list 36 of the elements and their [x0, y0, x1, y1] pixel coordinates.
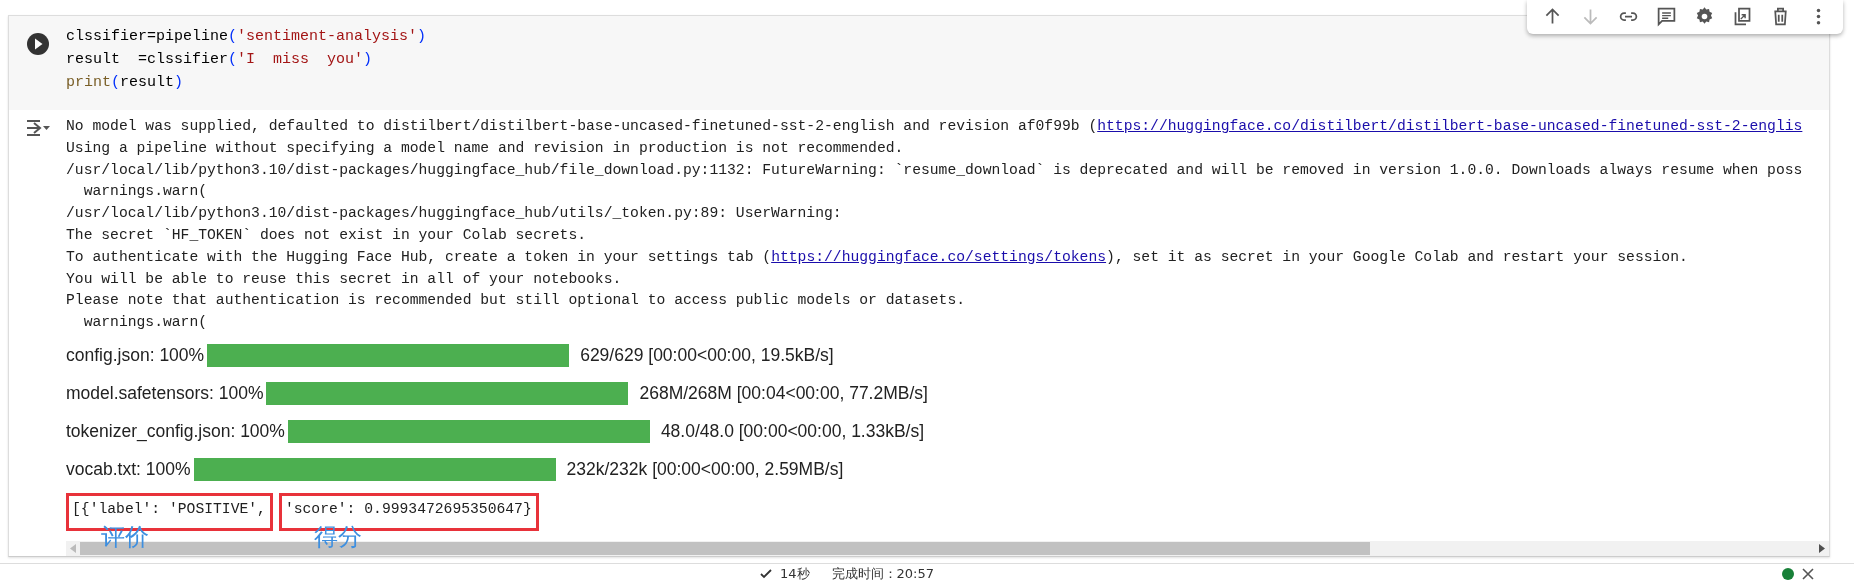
url-link[interactable]: https://huggingface.co/distilbert/distilbert-base-uncased-finetuned-sst-2-englis — [1097, 118, 1803, 134]
code-line: result =clssifier('I miss you') — [66, 50, 374, 70]
output-line: /usr/local/lib/python3.10/dist-packages/huggingface_hub/file_download.py:1132: FutureWarning: `resume_download` is deprecated and will be removed in version 1.0.0. Downloads always resume when poss — [66, 160, 1804, 180]
output-line: warnings.warn( — [82, 182, 209, 202]
output-line: No model was supplied, defaulted to distilbert/distilbert-base-uncased-finetuned-sst-2-english and revision af0f99b (https://huggingface.co/distilbert/distilbert-base-uncased-finetuned-sst-2-englis — [66, 117, 1804, 136]
scroll-right-icon[interactable] — [1819, 543, 1825, 553]
progress-stats: 268M/268M [00:04<00:00, 77.2MB/s] — [639, 383, 928, 405]
progress-stats: 48.0/48.0 [00:00<00:00, 1.33kB/s] — [660, 421, 925, 443]
progress-stats: 629/629 [00:00<00:00, 19.5kB/s] — [580, 345, 834, 367]
progress-label: config.json: 100% — [66, 345, 205, 367]
annotation-label: 得分 — [313, 522, 362, 551]
output-line: The secret `HF_TOKEN` does not exist in your Colab secrets. — [66, 226, 588, 245]
code-line: clssifier=pipeline('sentiment-analysis') — [66, 27, 427, 47]
output-line: /usr/local/lib/python3.10/dist-packages/huggingface_hub/utils/_token.py:89: UserWarning: — [66, 204, 843, 224]
result-text: [{'label': 'POSITIVE', — [72, 500, 266, 517]
url-link[interactable]: https://huggingface.co/settings/tokens — [771, 248, 1107, 265]
output-line: You will be able to reuse this secret in all of your notebooks. — [66, 269, 623, 289]
progress-label: vocab.txt: 100% — [66, 459, 191, 481]
run-button[interactable] — [25, 32, 50, 56]
progress-stats: 232k/232k [00:00<00:00, 2.59MB/s] — [566, 459, 844, 481]
status-dot — [1782, 568, 1794, 581]
annotation-label: 评价 — [101, 522, 149, 551]
output-toggle-icon[interactable] — [24, 118, 51, 138]
close-icon[interactable] — [1802, 568, 1814, 581]
progress-label: tokenizer_config.json: 100% — [66, 421, 285, 443]
output-line: To authenticate with the Hugging Face Hub, create a token in your settings tab (https://huggingface.co/settings/tokens), set it as secret in your Google Colab and restart your session. — [66, 247, 1689, 267]
output-line: Please note that authentication is recommended but still optional to access public models or datasets. — [66, 291, 967, 311]
progress-label: model.safetensors: 100% — [66, 383, 264, 405]
finish-time: 完成时间：20:57 — [831, 565, 934, 584]
result-text: 'score': 0.9993472695350647} — [284, 500, 532, 517]
run-duration: 14秒 — [780, 565, 810, 584]
output-line: Using a pipeline without specifying a model name and revision in production is not recommended. — [66, 138, 905, 158]
output-line: warnings.warn( — [82, 313, 209, 333]
check-icon — [760, 568, 772, 581]
code-line: print(result) — [66, 73, 185, 93]
comment-icon[interactable] — [1655, 5, 1677, 27]
